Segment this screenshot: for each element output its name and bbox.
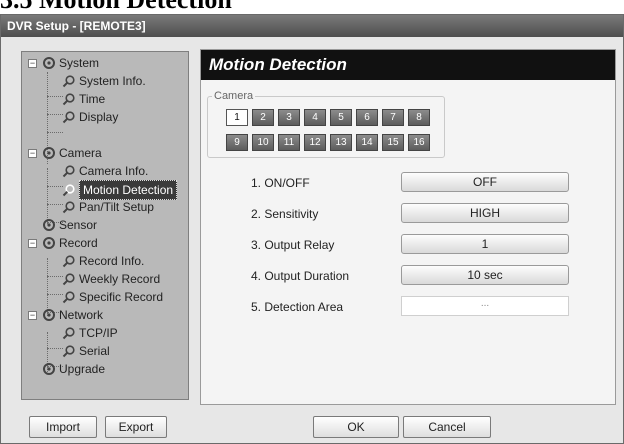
sensitivity-button[interactable]: HIGH: [401, 203, 569, 223]
tree-item-upgrade[interactable]: Upgrade: [42, 360, 105, 378]
tree-item-system[interactable]: System: [42, 54, 99, 72]
tree-connector: [47, 132, 63, 133]
cancel-button[interactable]: Cancel: [403, 416, 491, 438]
camera-group: Camera 1 2 3 4 5 6 7 8 9 10 11 12 13 14 15 16: [207, 89, 445, 158]
camera-button-7[interactable]: 7: [382, 109, 404, 126]
document-heading: 3.5 Motion Detection: [0, 0, 624, 14]
magnifier-icon: [62, 255, 75, 268]
output-duration-button[interactable]: 10 sec: [401, 265, 569, 285]
tree-connector: [47, 348, 63, 349]
expand-camera-toggle[interactable]: −: [28, 149, 37, 158]
detection-area-field[interactable]: ...: [401, 296, 569, 316]
panel-title: Motion Detection: [201, 50, 615, 80]
magnifier-icon: [62, 345, 75, 358]
tree-item-network[interactable]: Network: [42, 306, 103, 324]
tree-item-system-info[interactable]: System Info.: [62, 72, 146, 90]
expand-record-toggle[interactable]: −: [28, 239, 37, 248]
gear-icon: [43, 309, 55, 321]
camera-group-label: Camera: [212, 89, 256, 103]
camera-button-1[interactable]: 1: [226, 109, 248, 126]
camera-button-12[interactable]: 12: [304, 134, 326, 151]
gear-icon: [43, 219, 55, 231]
camera-button-9[interactable]: 9: [226, 134, 248, 151]
tree-item-motion-detection[interactable]: Motion Detection: [62, 180, 178, 200]
camera-button-3[interactable]: 3: [278, 109, 300, 126]
camera-button-14[interactable]: 14: [356, 134, 378, 151]
ok-button[interactable]: OK: [313, 416, 399, 438]
output-relay-button[interactable]: 1: [401, 234, 569, 254]
tree-item-pan-tilt-setup[interactable]: Pan/Tilt Setup: [62, 198, 154, 216]
camera-button-10[interactable]: 10: [252, 134, 274, 151]
tree-connector: [47, 294, 63, 295]
tree-item-time[interactable]: Time: [62, 90, 105, 108]
tree-connector: [47, 186, 63, 187]
magnifier-icon: [62, 184, 75, 197]
magnifier-icon: [62, 273, 75, 286]
camera-button-6[interactable]: 6: [356, 109, 378, 126]
import-button[interactable]: Import: [29, 416, 97, 438]
settings-tree: − System System Info. Time Display − Cam…: [21, 51, 189, 400]
magnifier-icon: [62, 75, 75, 88]
gear-icon: [43, 237, 55, 249]
magnifier-icon: [62, 165, 75, 178]
output-relay-label: 3. Output Relay: [251, 238, 335, 252]
camera-button-4[interactable]: 4: [304, 109, 326, 126]
sensitivity-label: 2. Sensitivity: [251, 207, 319, 221]
camera-button-11[interactable]: 11: [278, 134, 300, 151]
gear-icon: [43, 363, 55, 375]
expand-system-toggle[interactable]: −: [28, 59, 37, 68]
tree-item-specific-record[interactable]: Specific Record: [62, 288, 163, 306]
magnifier-icon: [62, 327, 75, 340]
tree-item-record-info[interactable]: Record Info.: [62, 252, 144, 270]
camera-button-5[interactable]: 5: [330, 109, 352, 126]
output-duration-label: 4. Output Duration: [251, 269, 350, 283]
on-off-button[interactable]: OFF: [401, 172, 569, 192]
tree-item-weekly-record[interactable]: Weekly Record: [62, 270, 160, 288]
tree-item-tcpip[interactable]: TCP/IP: [62, 324, 118, 342]
tree-connector: [47, 96, 63, 97]
tree-connector: [47, 114, 63, 115]
tree-item-sensor[interactable]: Sensor: [42, 216, 97, 234]
magnifier-icon: [62, 291, 75, 304]
motion-detection-panel: Motion Detection Camera 1 2 3 4 5 6 7 8 9 10 11 12 1…: [200, 49, 616, 405]
tree-item-display[interactable]: Display: [62, 108, 118, 126]
on-off-label: 1. ON/OFF: [251, 176, 310, 190]
camera-button-16[interactable]: 16: [408, 134, 430, 151]
gear-icon: [43, 147, 55, 159]
export-button[interactable]: Export: [105, 416, 167, 438]
tree-item-serial[interactable]: Serial: [62, 342, 110, 360]
tree-item-camera[interactable]: Camera: [42, 144, 102, 162]
gear-icon: [43, 57, 55, 69]
magnifier-icon: [62, 111, 75, 124]
tree-connector: [47, 276, 63, 277]
window-title: DVR Setup - [REMOTE3]: [1, 15, 623, 37]
tree-item-camera-info[interactable]: Camera Info.: [62, 162, 148, 180]
magnifier-icon: [62, 201, 75, 214]
camera-button-8[interactable]: 8: [408, 109, 430, 126]
camera-button-13[interactable]: 13: [330, 134, 352, 151]
detection-area-label: 5. Detection Area: [251, 300, 344, 314]
camera-button-15[interactable]: 15: [382, 134, 404, 151]
camera-button-2[interactable]: 2: [252, 109, 274, 126]
tree-connector: [47, 204, 63, 205]
tree-item-record[interactable]: Record: [42, 234, 98, 252]
dvr-setup-window: DVR Setup - [REMOTE3] − System System In…: [0, 14, 624, 444]
magnifier-icon: [62, 93, 75, 106]
expand-network-toggle[interactable]: −: [28, 311, 37, 320]
